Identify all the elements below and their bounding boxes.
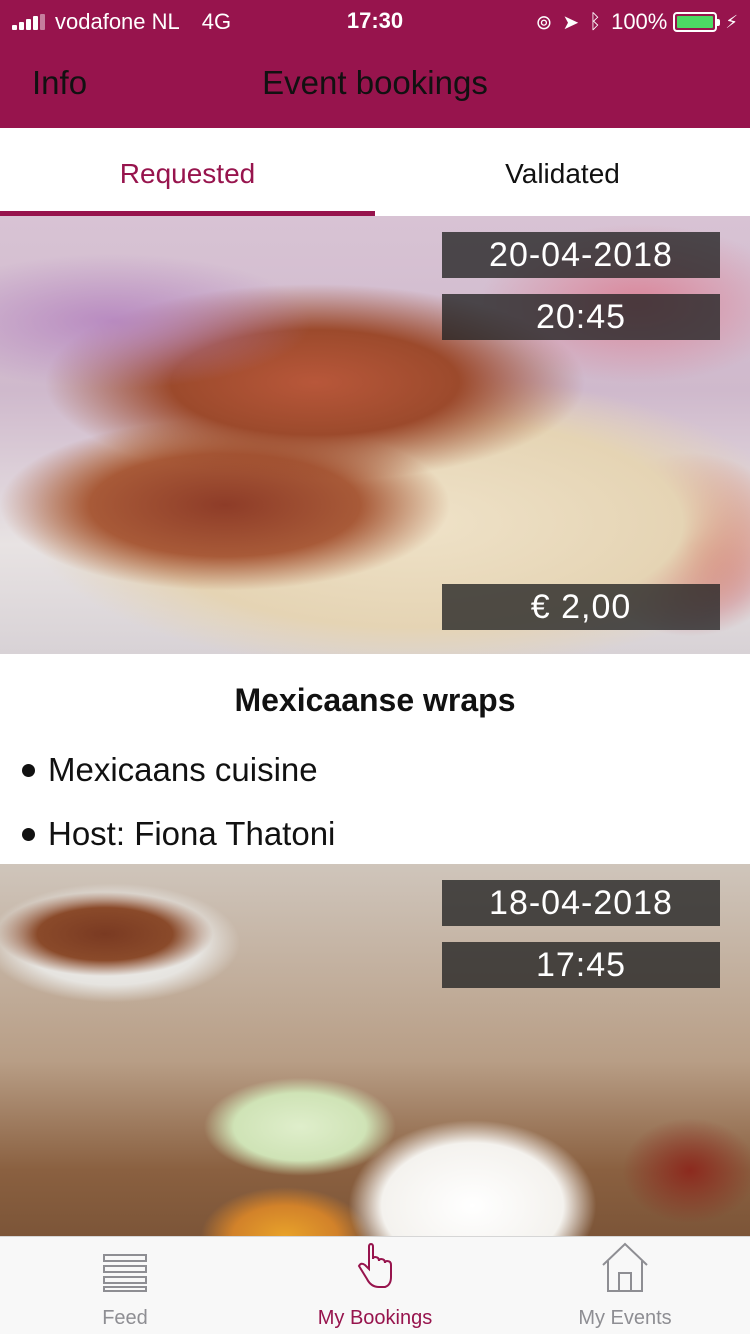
event-date: 18-04-2018 [442,880,720,926]
bookings-list[interactable]: 20-04-2018 20:45 € 2,00 Mexicaanse wraps… [0,216,750,1236]
event-image[interactable]: 20-04-2018 20:45 € 2,00 [0,216,750,654]
tab-feed-label: Feed [102,1307,148,1329]
status-bar: vodafone NL 4G 17:30 ⊚ ➤ ᛒ 100% ⚡ [0,0,750,42]
page-title: Event bookings [262,64,488,101]
list-icon [0,1237,250,1295]
tab-bar: Feed My Bookings My Events [0,1236,750,1334]
orientation-lock-icon: ⊚ [535,11,553,34]
event-date: 20-04-2018 [442,232,720,278]
event-card[interactable]: 18-04-2018 17:45 [0,864,750,1236]
event-time: 20:45 [442,294,720,340]
battery-percent: 100% [611,9,668,34]
tab-feed[interactable]: Feed [0,1237,250,1334]
navigation-bar: Info Event bookings [0,42,750,128]
event-details: Mexicaans cuisine Host: Fiona Thatoni [0,747,750,875]
tab-my-bookings-label: My Bookings [317,1307,433,1329]
bluetooth-icon: ᛒ [589,10,602,33]
event-cuisine: Mexicaans cuisine [0,747,750,811]
battery-icon [673,12,721,32]
house-icon [500,1237,750,1295]
booking-tabs: Requested Validated [0,128,750,216]
battery-fill [677,16,714,28]
event-price: € 2,00 [442,584,720,630]
tab-my-events-label: My Events [578,1307,672,1329]
event-info: Mexicaanse wraps Mexicaans cuisine Host:… [0,654,750,864]
event-card[interactable]: 20-04-2018 20:45 € 2,00 Mexicaanse wraps… [0,216,750,864]
event-time: 17:45 [442,942,720,988]
status-right: ⊚ ➤ ᛒ 100% ⚡ [526,9,738,35]
tab-requested[interactable]: Requested [0,128,375,216]
tab-my-bookings[interactable]: My Bookings [250,1237,500,1334]
tab-my-events[interactable]: My Events [500,1237,750,1334]
hand-pointer-icon [250,1237,500,1295]
event-title: Mexicaanse wraps [234,682,516,718]
tab-validated[interactable]: Validated [375,128,750,216]
charging-icon: ⚡ [725,11,738,32]
location-icon: ➤ [562,11,580,34]
event-image[interactable]: 18-04-2018 17:45 [0,864,750,1236]
